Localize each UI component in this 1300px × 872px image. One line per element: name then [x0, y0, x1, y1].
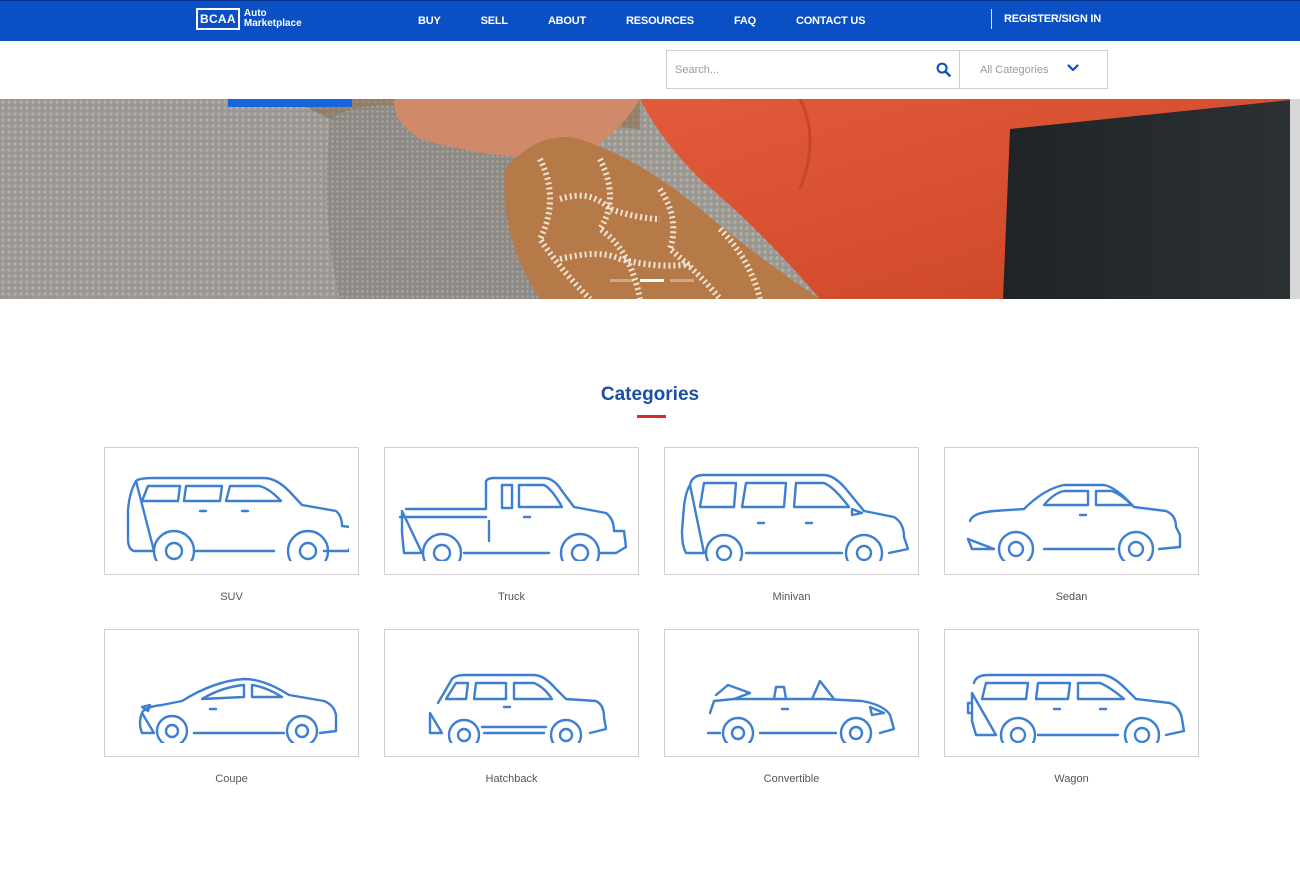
- category-card-hatchback[interactable]: [384, 629, 639, 757]
- search-icon: [936, 62, 951, 77]
- category-card-truck[interactable]: [384, 447, 639, 575]
- categories-heading: Categories: [600, 384, 700, 405]
- category-label-truck[interactable]: Truck: [384, 591, 639, 603]
- category-label-wagon[interactable]: Wagon: [944, 773, 1199, 785]
- search-button[interactable]: [928, 51, 960, 88]
- nav-about[interactable]: ABOUT: [548, 15, 586, 27]
- heading-underline: [637, 415, 666, 418]
- category-select[interactable]: All Categories: [960, 51, 1107, 88]
- nav-buy[interactable]: BUY: [418, 15, 441, 27]
- category-label-minivan[interactable]: Minivan: [664, 591, 919, 603]
- chevron-down-icon: [1067, 64, 1079, 72]
- category-label-hatchback[interactable]: Hatchback: [384, 773, 639, 785]
- convertible-icon: [706, 679, 896, 743]
- register-sign-in-link[interactable]: REGISTER/SIGN IN: [1004, 13, 1101, 25]
- category-card-wagon[interactable]: [944, 629, 1199, 757]
- suv-icon: [126, 476, 349, 561]
- nav-sell[interactable]: SELL: [481, 15, 509, 27]
- category-card-coupe[interactable]: [104, 629, 359, 757]
- nav-resources[interactable]: RESOURCES: [626, 15, 694, 27]
- category-card-convertible[interactable]: [664, 629, 919, 757]
- truck-icon: [398, 476, 628, 561]
- top-nav-bar: BCAA Auto Marketplace BUY SELL ABOUT RES…: [0, 0, 1300, 41]
- carousel-dot-1[interactable]: [610, 279, 634, 282]
- category-card-suv[interactable]: [104, 447, 359, 575]
- bcaa-logo[interactable]: BCAA Auto Marketplace: [196, 7, 302, 31]
- category-card-minivan[interactable]: [664, 447, 919, 575]
- nav-divider: [991, 9, 992, 29]
- sedan-icon: [966, 483, 1182, 561]
- main-nav: BUY SELL ABOUT RESOURCES FAQ CONTACT US: [418, 1, 865, 41]
- hero-image: [0, 99, 1300, 299]
- hero-carousel[interactable]: [0, 99, 1300, 299]
- carousel-dots: [610, 279, 700, 282]
- category-label-suv[interactable]: SUV: [104, 591, 359, 603]
- category-select-value: All Categories: [980, 63, 1049, 76]
- nav-faq[interactable]: FAQ: [734, 15, 756, 27]
- category-label-coupe[interactable]: Coupe: [104, 773, 359, 785]
- carousel-dot-2-active[interactable]: [640, 279, 664, 282]
- nav-contact-us[interactable]: CONTACT US: [796, 15, 865, 27]
- hatchback-icon: [428, 673, 608, 743]
- category-label-convertible[interactable]: Convertible: [664, 773, 919, 785]
- minivan-icon: [680, 473, 909, 561]
- category-label-sedan[interactable]: Sedan: [944, 591, 1199, 603]
- logo-text: Auto Marketplace: [244, 9, 302, 29]
- coupe-icon: [138, 677, 338, 743]
- carousel-dot-3[interactable]: [670, 279, 694, 282]
- search-bar: All Categories: [666, 50, 1108, 89]
- category-card-sedan[interactable]: [944, 447, 1199, 575]
- wagon-icon: [966, 673, 1186, 743]
- hero-tab-indicator: [228, 99, 352, 107]
- search-input[interactable]: [667, 51, 928, 88]
- logo-line-2: Marketplace: [243, 18, 302, 29]
- logo-mark: BCAA: [196, 8, 240, 30]
